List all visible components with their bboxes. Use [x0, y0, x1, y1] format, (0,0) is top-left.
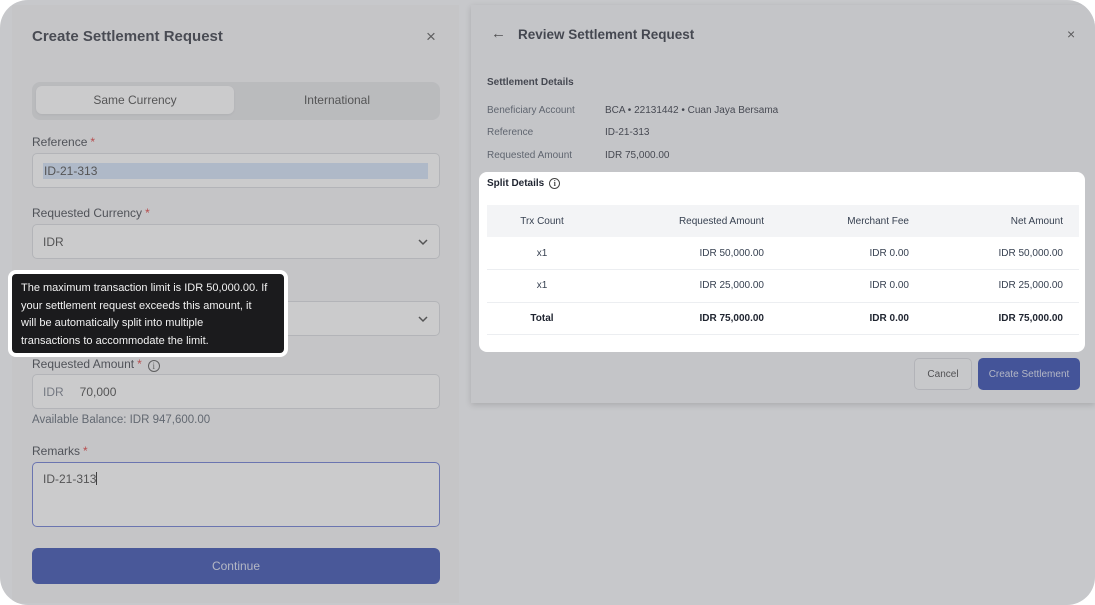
- amount-value: 70,000: [79, 384, 117, 399]
- table-cell: x1: [487, 269, 597, 303]
- close-icon[interactable]: ×: [426, 27, 436, 47]
- info-icon[interactable]: i: [147, 360, 160, 372]
- available-balance: Available Balance: IDR 947,600.00: [32, 414, 211, 426]
- split-details-heading: Split Details i: [487, 178, 561, 189]
- table-cell: IDR 75,000.00: [597, 302, 772, 335]
- table-row: x1 IDR 25,000.00 IDR 0.00 IDR 25,000.00: [487, 269, 1079, 303]
- back-arrow-icon[interactable]: ←: [491, 25, 506, 42]
- close-icon[interactable]: ×: [1067, 26, 1075, 42]
- amount-input[interactable]: IDR 70,000: [32, 374, 440, 409]
- info-icon[interactable]: i: [549, 178, 561, 189]
- table-cell: x1: [487, 237, 597, 270]
- column-header: Trx Count: [487, 205, 597, 237]
- amount-prefix: IDR: [43, 384, 64, 399]
- amount-label-text: Requested Amount: [32, 357, 135, 371]
- tooltip-line: will be automatically split into multipl…: [21, 317, 204, 329]
- column-header: Requested Amount: [597, 205, 772, 237]
- tab-international[interactable]: International: [238, 86, 436, 114]
- required-mark: *: [83, 444, 88, 458]
- required-mark: *: [137, 357, 142, 371]
- amount-label: Requested Amount * i: [32, 357, 160, 372]
- chevron-down-icon: [418, 316, 428, 323]
- split-details-table: Trx Count Requested Amount Merchant Fee …: [487, 205, 1079, 335]
- table-cell: Total: [487, 302, 597, 335]
- cancel-button[interactable]: Cancel: [914, 358, 972, 390]
- transaction-limit-tooltip: The maximum transaction limit is IDR 50,…: [8, 270, 288, 357]
- currency-value: IDR: [43, 234, 64, 249]
- table-total-row: Total IDR 75,000.00 IDR 0.00 IDR 75,000.…: [487, 302, 1079, 335]
- currency-label: Requested Currency *: [32, 206, 150, 220]
- currency-type-tabs: Same Currency International: [32, 82, 440, 120]
- table-cell: IDR 25,000.00: [917, 269, 1079, 303]
- detail-key: Requested Amount: [487, 150, 573, 161]
- table-cell: IDR 0.00: [772, 302, 917, 335]
- remarks-label-text: Remarks: [32, 444, 81, 458]
- table-cell: IDR 25,000.00: [597, 269, 772, 303]
- detail-key: Beneficiary Account: [487, 105, 575, 116]
- table-cell: IDR 0.00: [772, 237, 917, 270]
- tooltip-line: transactions to accommodate the limit.: [21, 334, 209, 347]
- reference-value: ID-21-313: [43, 162, 428, 179]
- table-row: x1 IDR 50,000.00 IDR 0.00 IDR 50,000.00: [487, 237, 1079, 270]
- detail-value: BCA • 22131442 • Cuan Jaya Bersama: [605, 105, 779, 116]
- remarks-textarea[interactable]: ID-21-313: [32, 462, 440, 527]
- column-header: Merchant Fee: [772, 205, 917, 237]
- detail-value: ID-21-313: [605, 127, 650, 138]
- remarks-value: ID-21-313: [43, 472, 97, 486]
- app-frame: Create Settlement Request × Same Currenc…: [0, 0, 1095, 605]
- currency-label-text: Requested Currency: [32, 206, 143, 220]
- currency-select[interactable]: IDR: [32, 224, 440, 259]
- detail-value: IDR 75,000.00: [605, 150, 670, 161]
- chevron-down-icon: [418, 239, 428, 246]
- reference-label-text: Reference: [32, 135, 88, 149]
- reference-input[interactable]: ID-21-313: [32, 153, 440, 188]
- settlement-details-heading: Settlement Details: [487, 77, 574, 88]
- required-mark: *: [145, 206, 150, 220]
- table-cell: IDR 75,000.00: [917, 302, 1079, 335]
- tab-same-currency[interactable]: Same Currency: [36, 86, 234, 114]
- table-cell: IDR 50,000.00: [917, 237, 1079, 270]
- remarks-label: Remarks *: [32, 444, 88, 458]
- column-header: Net Amount: [917, 205, 1079, 237]
- continue-button[interactable]: Continue: [32, 548, 440, 584]
- page-title: Create Settlement Request: [32, 28, 223, 45]
- required-mark: *: [90, 135, 96, 149]
- tooltip-line: The maximum transaction limit is IDR 50,…: [21, 282, 268, 294]
- detail-key: Reference: [487, 127, 534, 138]
- split-details-title: Split Details: [487, 178, 545, 189]
- table-cell: IDR 0.00: [772, 269, 917, 303]
- create-settlement-button[interactable]: Create Settlement: [978, 358, 1080, 390]
- tooltip-line: your settlement request exceeds this amo…: [21, 299, 252, 312]
- text-cursor: [96, 472, 98, 485]
- table-cell: IDR 50,000.00: [597, 237, 772, 270]
- split-details-card: Split Details i Trx Count Requested Amou…: [479, 172, 1085, 352]
- review-title: Review Settlement Request: [518, 27, 695, 42]
- table-header-row: Trx Count Requested Amount Merchant Fee …: [487, 205, 1079, 237]
- reference-label: Reference *: [32, 135, 95, 149]
